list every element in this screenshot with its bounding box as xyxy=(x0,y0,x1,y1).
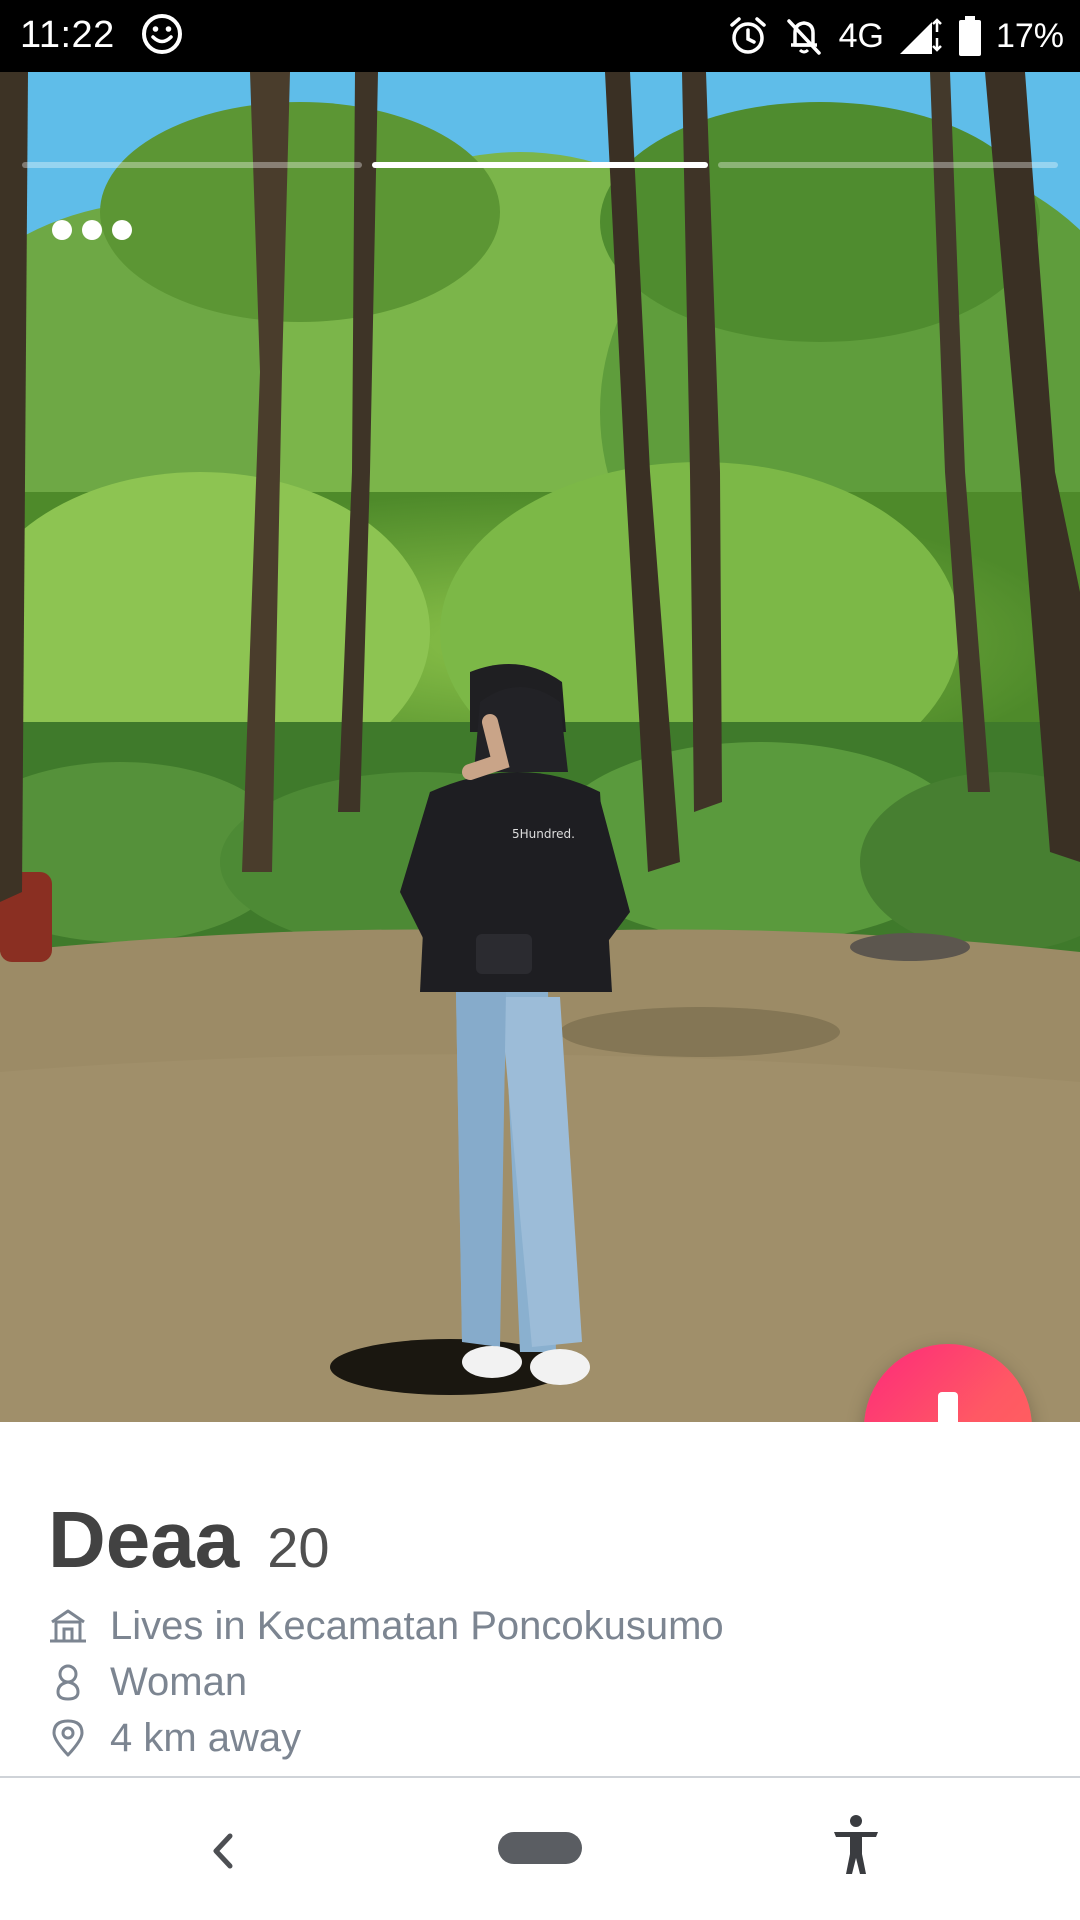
detail-distance: 4 km away xyxy=(48,1710,301,1766)
person-icon xyxy=(56,1664,80,1701)
detail-gender: Woman xyxy=(48,1654,247,1710)
detail-distance-text: 4 km away xyxy=(110,1715,302,1760)
status-time: 11:22 xyxy=(20,14,115,56)
accessibility-icon[interactable] xyxy=(830,1814,882,1876)
location-pin-icon xyxy=(52,1719,84,1757)
signal-icon xyxy=(899,18,942,54)
status-bar: 11:22 4G 17% xyxy=(0,0,1080,72)
photo-scene: 5Hundred. xyxy=(0,72,1080,1422)
home-icon xyxy=(50,1609,86,1643)
profile-photo[interactable]: 5Hundred. xyxy=(0,72,1080,1422)
smiley-icon xyxy=(142,14,182,54)
notifications-off-icon xyxy=(786,19,821,55)
status-icons: 4G 17% xyxy=(727,10,1064,62)
network-type: 4G xyxy=(838,16,884,55)
back-icon[interactable] xyxy=(200,1816,244,1886)
home-pill-icon[interactable] xyxy=(498,1832,582,1864)
shirt-text: 5Hundred. xyxy=(512,827,575,841)
system-nav-bar xyxy=(0,1778,1080,1920)
name-row: Deaa 20 xyxy=(48,1494,330,1586)
more-dots-icon[interactable] xyxy=(52,220,132,240)
photo-progress xyxy=(0,162,1080,168)
detail-gender-text: Woman xyxy=(110,1659,248,1704)
progress-segment-active xyxy=(372,162,708,168)
detail-residence: Lives in Kecamatan Poncokusumo xyxy=(48,1598,724,1654)
progress-segment xyxy=(22,162,362,168)
profile-name: Deaa xyxy=(48,1495,240,1584)
detail-residence-text: Lives in Kecamatan Poncokusumo xyxy=(110,1603,724,1648)
progress-segment xyxy=(718,162,1058,168)
battery-icon xyxy=(958,16,981,56)
profile-age: 20 xyxy=(267,1516,330,1579)
alarm-icon xyxy=(729,17,766,54)
battery-level: 17% xyxy=(995,16,1064,55)
profile-info: Deaa 20 Lives in Kecamatan Poncokusumo W… xyxy=(0,1422,1080,1777)
